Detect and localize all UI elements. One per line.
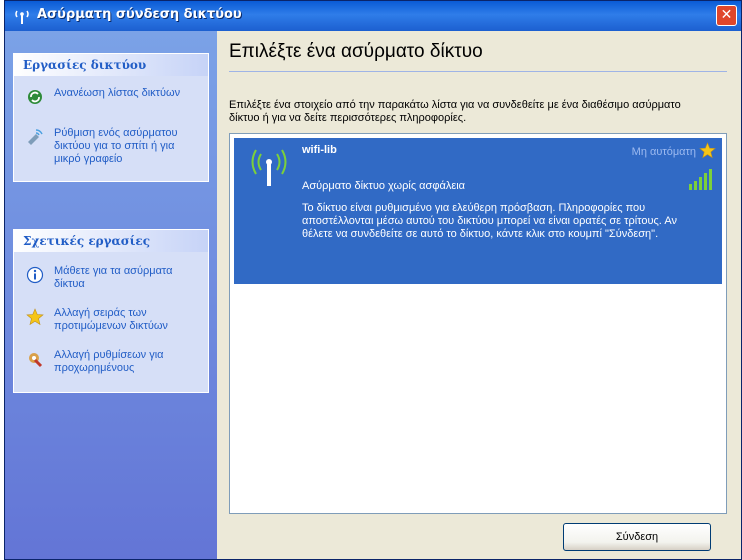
network-list[interactable]: wifi-lib Μη αυτόματη Ασύρματο δίκτυο χωρ… bbox=[229, 133, 727, 514]
network-security-status: Ασύρματο δίκτυο χωρίς ασφάλεια bbox=[302, 180, 466, 192]
setup-home-network-link[interactable]: Ρύθμιση ενός ασύρματου δικτύου για το σπ… bbox=[14, 122, 208, 171]
task-label: Μάθετε για τα ασύρματα δίκτυα bbox=[54, 265, 173, 290]
preferred-network-star-icon bbox=[699, 142, 716, 159]
network-ssid: wifi-lib bbox=[302, 144, 337, 156]
main-content: Επιλέξτε ένα ασύρματο δίκτυο Επιλέξτε έν… bbox=[217, 31, 741, 559]
refresh-network-list-link[interactable]: Ανανέωση λίστας δικτύων bbox=[14, 82, 208, 118]
connection-mode: Μη αυτόματη bbox=[631, 146, 696, 158]
title-bar[interactable]: Ασύρματη σύνδεση δικτύου ✕ bbox=[5, 1, 741, 31]
change-preferred-order-link[interactable]: Αλλαγή σειράς των προτιμώμενων δικτύων bbox=[14, 302, 208, 338]
instructions-text: Επιλέξτε ένα στοιχείο από την παρακάτω λ… bbox=[229, 99, 681, 124]
advanced-settings-icon bbox=[29, 353, 43, 368]
learn-wireless-link[interactable]: Μάθετε για τα ασύρματα δίκτυα bbox=[14, 260, 208, 296]
wireless-connection-window: Ασύρματη σύνδεση δικτύου ✕ Εργασίες δικτ… bbox=[4, 0, 742, 560]
wireless-antenna-icon bbox=[251, 149, 287, 186]
signal-strength-icon bbox=[689, 169, 712, 190]
task-label: Αλλαγή ρυθμίσεων για προχωρημένους bbox=[54, 349, 164, 374]
network-item-wifi-lib[interactable]: wifi-lib Μη αυτόματη Ασύρματο δίκτυο χωρ… bbox=[234, 138, 722, 284]
task-label: Ρύθμιση ενός ασύρματου δικτύου για το σπ… bbox=[54, 127, 178, 165]
refresh-icon bbox=[28, 90, 42, 104]
task-label: Αλλαγή σειράς των προτιμώμενων δικτύων bbox=[54, 307, 168, 332]
change-advanced-settings-link[interactable]: Αλλαγή ρυθμίσεων για προχωρημένους bbox=[14, 344, 208, 380]
page-title: Επιλέξτε ένα ασύρματο δίκτυο bbox=[229, 41, 483, 62]
network-tasks-panel: Εργασίες δικτύου Ανανέωση λίστας δικτύων bbox=[13, 53, 209, 182]
network-tasks-header[interactable]: Εργασίες δικτύου bbox=[14, 54, 208, 76]
star-icon bbox=[26, 308, 44, 326]
wireless-network-icon bbox=[15, 10, 29, 24]
window-title: Ασύρματη σύνδεση δικτύου bbox=[37, 7, 242, 22]
task-pane: Εργασίες δικτύου Ανανέωση λίστας δικτύων bbox=[5, 31, 217, 559]
related-tasks-panel: Σχετικές εργασίες Μάθετε για τα ασύρματα… bbox=[13, 229, 209, 393]
task-label: Ανανέωση λίστας δικτύων bbox=[54, 87, 181, 99]
close-button[interactable]: ✕ bbox=[716, 5, 737, 26]
connect-button[interactable]: Σύνδεση bbox=[563, 523, 711, 551]
network-details: Το δίκτυο είναι ρυθμισμένο για ελεύθερη … bbox=[302, 202, 677, 240]
wireless-setup-icon bbox=[28, 129, 43, 145]
info-icon bbox=[26, 266, 44, 284]
heading-divider bbox=[229, 71, 727, 72]
related-tasks-header[interactable]: Σχετικές εργασίες bbox=[14, 230, 208, 252]
